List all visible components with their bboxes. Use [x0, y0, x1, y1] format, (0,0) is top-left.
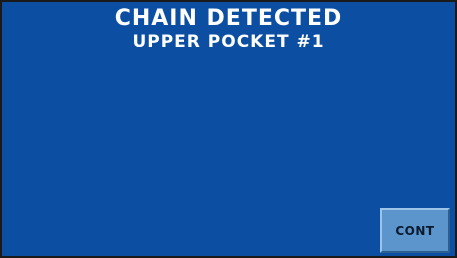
continue-button[interactable]: CONT: [380, 208, 450, 253]
alert-title: CHAIN DETECTED: [114, 6, 343, 31]
alert-subtitle: UPPER POCKET #1: [132, 32, 325, 52]
continue-button-label: CONT: [395, 223, 435, 238]
alert-screen: CHAIN DETECTED UPPER POCKET #1 CONT: [0, 0, 457, 258]
